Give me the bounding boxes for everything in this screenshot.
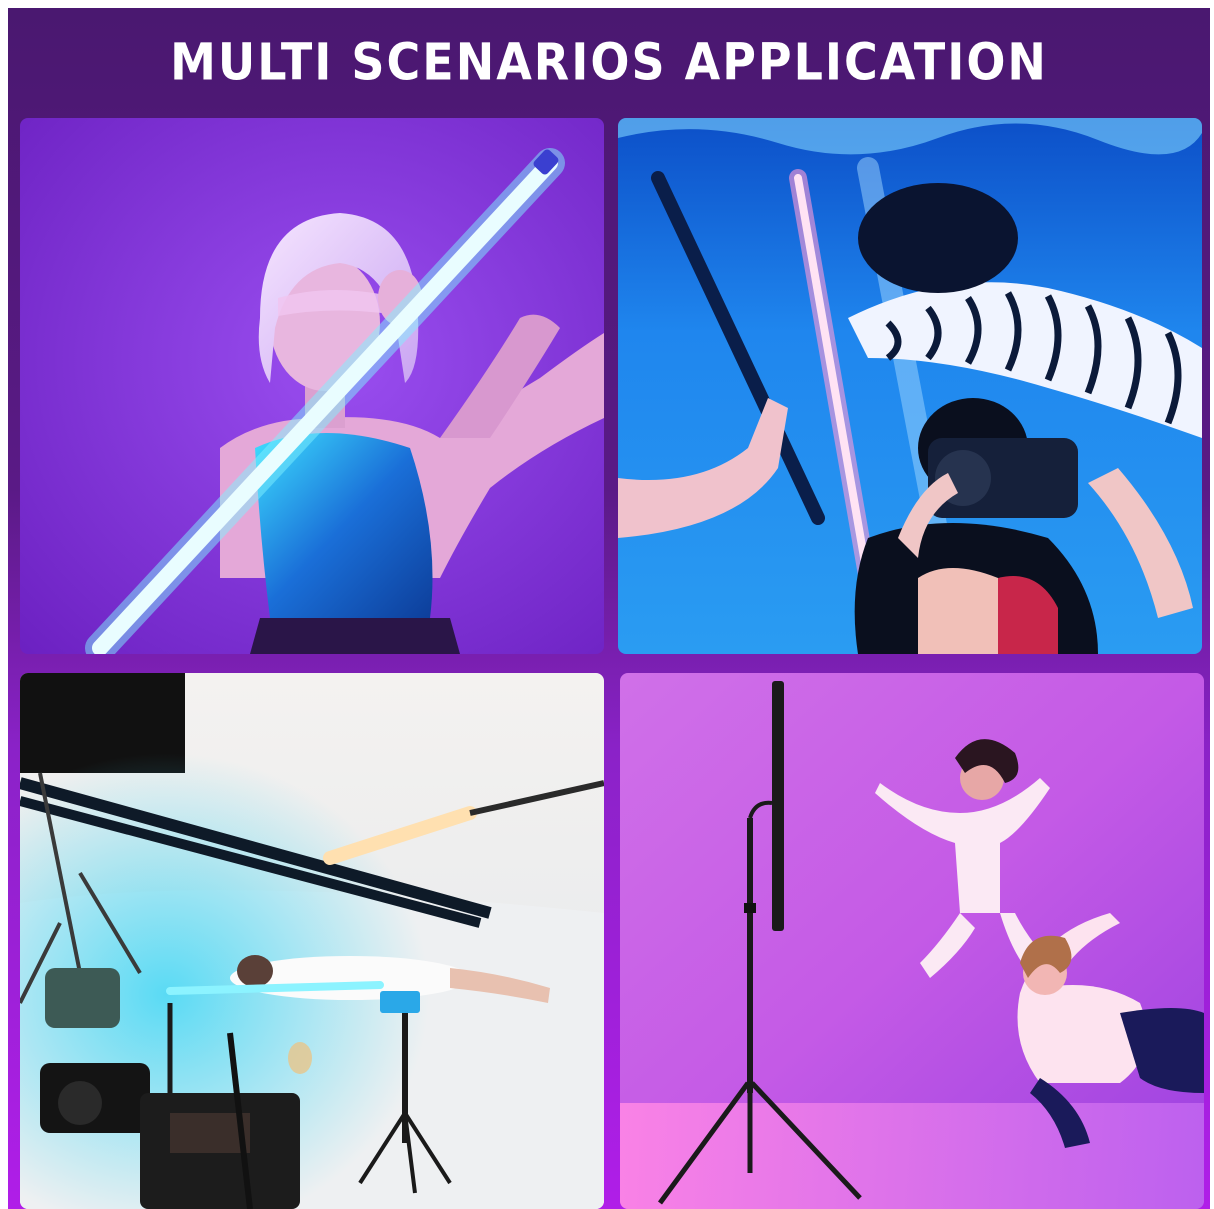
page-frame: MULTI SCENARIOS APPLICATION (8, 8, 1210, 1209)
scene-portrait-image (20, 118, 604, 654)
scene-underwater-image (618, 118, 1202, 654)
header-banner: MULTI SCENARIOS APPLICATION (8, 8, 1210, 116)
page-title: MULTI SCENARIOS APPLICATION (170, 32, 1048, 92)
scene-studio-image (20, 673, 604, 1209)
scene-dancers-image (620, 673, 1204, 1209)
